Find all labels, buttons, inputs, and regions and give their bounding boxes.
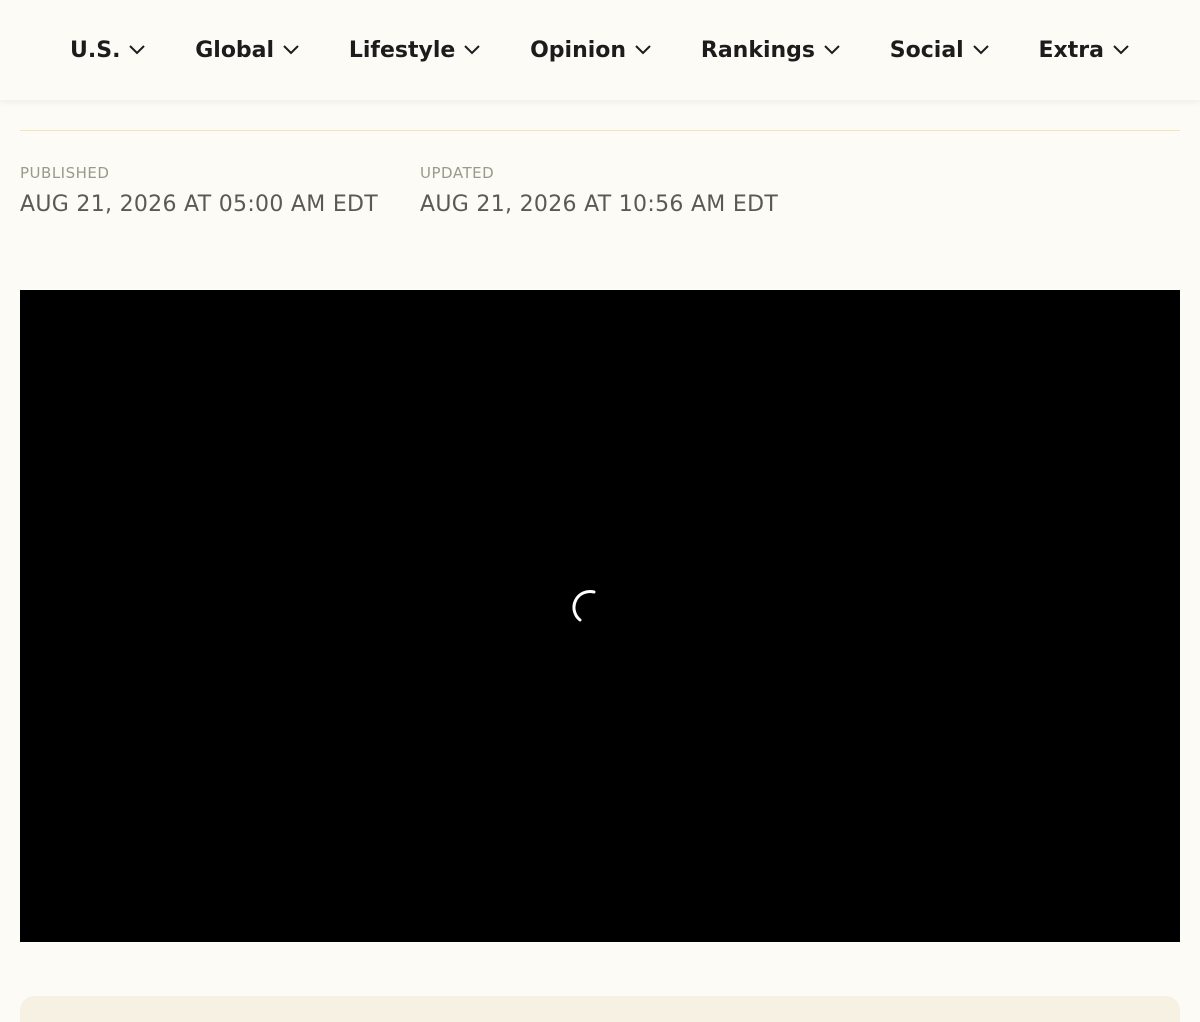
nav-item-label: U.S.: [70, 37, 121, 63]
nav-item-label: Extra: [1038, 37, 1104, 63]
nav-item-label: Lifestyle: [348, 37, 456, 63]
nav-item-label: Global: [195, 37, 275, 63]
nav-item-extra[interactable]: Extra: [1039, 38, 1130, 63]
chevron-down-icon: [283, 45, 299, 55]
nav-item-social[interactable]: Social: [890, 38, 990, 63]
article-dates: PUBLISHED AUG 21, 2026 AT 05:00 AM EDT U…: [20, 164, 778, 217]
nav-item-label: Social: [889, 37, 964, 63]
chevron-down-icon: [973, 45, 989, 55]
content-card: [20, 996, 1180, 1022]
nav-item-lifestyle[interactable]: Lifestyle: [349, 38, 481, 63]
header-divider: [20, 130, 1180, 131]
chevron-down-icon: [635, 45, 651, 55]
published-date: PUBLISHED AUG 21, 2026 AT 05:00 AM EDT: [20, 164, 378, 217]
nav-item-label: Opinion: [530, 37, 627, 63]
published-label: PUBLISHED: [20, 164, 110, 182]
updated-date: UPDATED AUG 21, 2026 AT 10:56 AM EDT: [420, 164, 778, 217]
nav-item-opinion[interactable]: Opinion: [530, 38, 652, 63]
chevron-down-icon: [129, 45, 146, 55]
updated-value: AUG 21, 2026 AT 10:56 AM EDT: [420, 192, 779, 217]
top-navigation: U.S. Global Lifestyle Opinion Rankings S…: [0, 0, 1200, 100]
chevron-down-icon: [1113, 45, 1129, 55]
loading-spinner-icon: [572, 590, 596, 622]
nav-item-global[interactable]: Global: [195, 38, 300, 63]
updated-label: UPDATED: [420, 164, 495, 182]
chevron-down-icon: [824, 45, 840, 55]
page: U.S. Global Lifestyle Opinion Rankings S…: [0, 0, 1200, 1022]
nav-item-us[interactable]: U.S.: [70, 38, 146, 63]
nav-item-label: Rankings: [700, 37, 815, 63]
nav-item-rankings[interactable]: Rankings: [701, 38, 841, 63]
published-value: AUG 21, 2026 AT 05:00 AM EDT: [20, 192, 379, 217]
chevron-down-icon: [464, 45, 481, 55]
video-player[interactable]: [20, 290, 1180, 942]
